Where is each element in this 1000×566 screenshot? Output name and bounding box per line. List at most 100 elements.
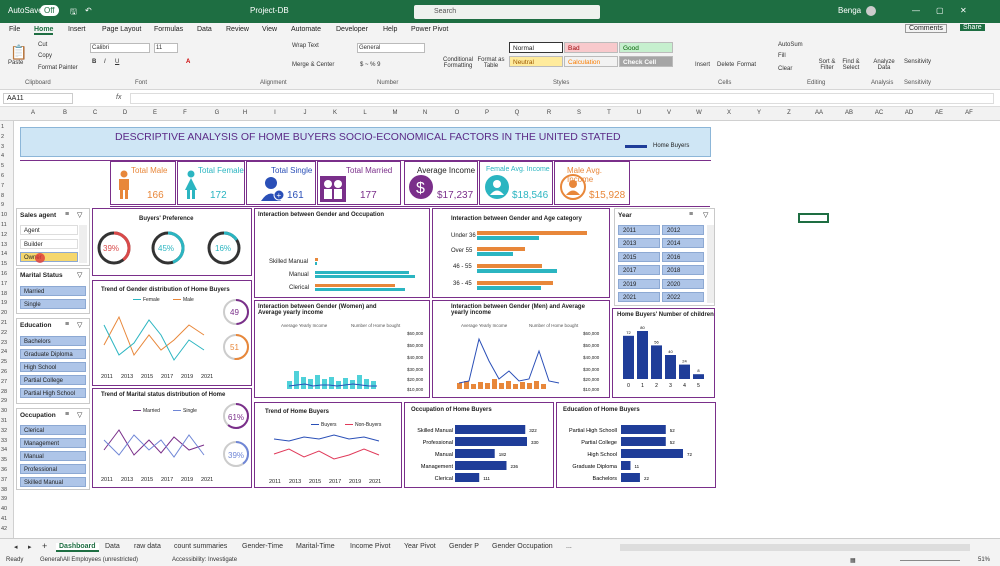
sheet-tab[interactable]: Year Pivot: [404, 543, 436, 550]
font-color-icon[interactable]: A: [186, 59, 190, 65]
row-header[interactable]: 37: [1, 477, 7, 483]
row-header[interactable]: 42: [1, 526, 7, 532]
slicer-item-bachelors[interactable]: Bachelors: [20, 336, 86, 346]
year-item[interactable]: 2022: [662, 292, 704, 302]
sheet-tab[interactable]: Marital-Time: [296, 543, 335, 550]
sheet-tab[interactable]: Data: [105, 543, 120, 550]
avatar[interactable]: [866, 6, 876, 16]
column-header[interactable]: Q: [512, 110, 522, 116]
column-header[interactable]: AF: [964, 110, 974, 116]
slicer-item-skilled-manual[interactable]: Skilled Manual: [20, 477, 86, 487]
find-select-button[interactable]: Find & Select: [840, 59, 862, 71]
column-header[interactable]: L: [360, 110, 370, 116]
row-header[interactable]: 6: [1, 173, 4, 179]
delete-cells-button[interactable]: Delete: [717, 62, 734, 68]
slicer-item-clerical[interactable]: Clerical: [20, 425, 86, 435]
formula-input[interactable]: [130, 93, 994, 104]
style-bad[interactable]: Bad: [564, 42, 618, 53]
row-header[interactable]: 38: [1, 487, 7, 493]
year-item[interactable]: 2017: [618, 265, 660, 275]
slicer-item-married[interactable]: Married: [20, 286, 86, 296]
clear-filter-icon[interactable]: ▽: [703, 211, 708, 219]
tab-developer[interactable]: Developer: [336, 26, 368, 33]
row-header[interactable]: 32: [1, 428, 7, 434]
style-neutral[interactable]: Neutral: [509, 56, 563, 67]
clear-filter-icon[interactable]: ▽: [77, 211, 82, 219]
column-header[interactable]: E: [150, 110, 160, 116]
row-header[interactable]: 25: [1, 359, 7, 365]
row-header[interactable]: 2: [1, 134, 4, 140]
active-cell[interactable]: [798, 213, 829, 223]
row-header[interactable]: 39: [1, 496, 7, 502]
close-icon[interactable]: ✕: [960, 6, 967, 15]
style-check-cell[interactable]: Check Cell: [619, 56, 673, 67]
row-header[interactable]: 9: [1, 202, 4, 208]
underline-icon[interactable]: U: [115, 59, 119, 65]
column-header[interactable]: G: [212, 110, 222, 116]
column-header[interactable]: O: [452, 110, 462, 116]
column-header[interactable]: J: [300, 110, 310, 116]
column-header[interactable]: AD: [904, 110, 914, 116]
year-item[interactable]: 2021: [618, 292, 660, 302]
normal-view-icon[interactable]: ▦: [850, 557, 856, 564]
sheet-tab[interactable]: count summaries: [174, 543, 227, 550]
row-header[interactable]: 7: [1, 183, 4, 189]
analyze-data-button[interactable]: Analyze Data: [873, 59, 895, 71]
tab-file[interactable]: File: [9, 26, 20, 33]
year-item[interactable]: 2014: [662, 238, 704, 248]
sheet-tab[interactable]: raw data: [134, 543, 161, 550]
wrap-text-button[interactable]: Wrap Text: [292, 43, 319, 49]
fill-button[interactable]: Fill: [778, 53, 786, 59]
multiselect-icon[interactable]: ≡: [65, 411, 69, 418]
column-header[interactable]: C: [90, 110, 100, 116]
row-header[interactable]: 13: [1, 242, 7, 248]
tab-automate[interactable]: Automate: [291, 26, 321, 33]
conditional-formatting-button[interactable]: Conditional Formatting: [440, 57, 476, 69]
style-good[interactable]: Good: [619, 42, 673, 53]
row-header[interactable]: 10: [1, 212, 7, 218]
clear-filter-icon[interactable]: ▽: [77, 411, 82, 419]
row-header[interactable]: 23: [1, 340, 7, 346]
share-button[interactable]: Share: [960, 24, 985, 31]
column-header[interactable]: I: [270, 110, 280, 116]
slicer-scrollbar[interactable]: [707, 225, 714, 303]
row-header[interactable]: 36: [1, 467, 7, 473]
row-header[interactable]: 18: [1, 291, 7, 297]
slicer-item-builder[interactable]: Builder: [20, 239, 78, 249]
sheet-tab-dashboard[interactable]: Dashboard: [56, 543, 99, 552]
name-box[interactable]: AA11: [3, 93, 73, 104]
column-header[interactable]: N: [420, 110, 430, 116]
column-header[interactable]: V: [664, 110, 674, 116]
row-header[interactable]: 27: [1, 379, 7, 385]
sheet-tab[interactable]: Gender-Time: [242, 543, 283, 550]
slicer-item-single[interactable]: Single: [20, 299, 86, 309]
column-header[interactable]: S: [574, 110, 584, 116]
paste-button[interactable]: Paste: [8, 60, 23, 66]
column-header[interactable]: Z: [784, 110, 794, 116]
row-header[interactable]: 40: [1, 506, 7, 512]
column-header[interactable]: M: [390, 110, 400, 116]
multiselect-icon[interactable]: ≡: [65, 211, 69, 218]
row-header[interactable]: 33: [1, 438, 7, 444]
comments-button[interactable]: Comments: [905, 24, 947, 33]
row-header[interactable]: 4: [1, 153, 4, 159]
slicer-item-graduate-diploma[interactable]: Graduate Diploma: [20, 349, 86, 359]
sheet-tab[interactable]: Gender P: [449, 543, 479, 550]
column-header[interactable]: F: [180, 110, 190, 116]
tab-page-layout[interactable]: Page Layout: [102, 26, 141, 33]
row-header[interactable]: 24: [1, 349, 7, 355]
tab-data[interactable]: Data: [197, 26, 212, 33]
style-calculation[interactable]: Calculation: [564, 56, 618, 67]
slicer-item-management[interactable]: Management: [20, 438, 86, 448]
sensitivity-button[interactable]: Sensitivity: [904, 59, 931, 65]
tab-home[interactable]: Home: [34, 26, 54, 35]
zoom-slider[interactable]: [900, 560, 960, 561]
column-header[interactable]: K: [330, 110, 340, 116]
sort-filter-button[interactable]: Sort & Filter: [816, 59, 838, 71]
row-header[interactable]: 21: [1, 320, 7, 326]
slicer-item-agent[interactable]: Agent: [20, 225, 78, 235]
slicer-scrollbar[interactable]: [79, 225, 87, 263]
row-header[interactable]: 20: [1, 310, 7, 316]
column-header[interactable]: Y: [754, 110, 764, 116]
column-header[interactable]: AB: [844, 110, 854, 116]
